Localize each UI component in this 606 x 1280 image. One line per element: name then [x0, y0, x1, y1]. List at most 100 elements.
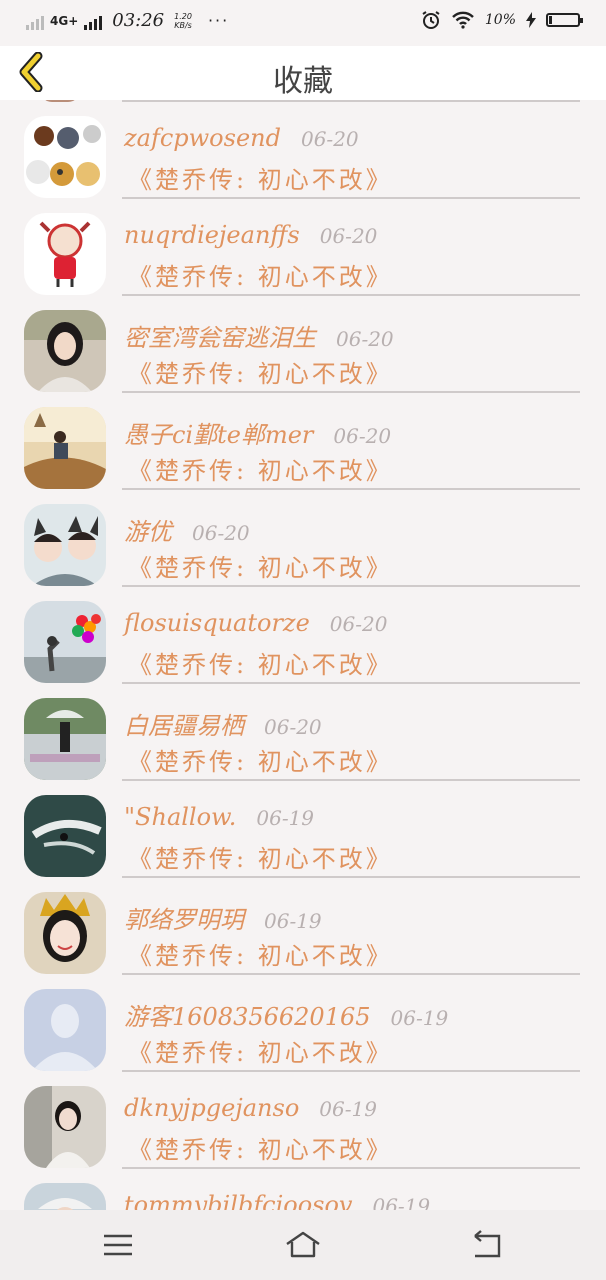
status-left: 4G+ 03:26 1.20 KB/s ··· [26, 10, 229, 31]
date: 06-19 [390, 1006, 449, 1030]
username[interactable]: tommybilbfcioosov [124, 1191, 352, 1210]
cat-filter-selfie-avatar [24, 504, 106, 586]
page-title: 收藏 [273, 64, 333, 99]
book-title[interactable]: 《楚乔传: 初心不改》 [128, 1033, 393, 1068]
default-user-avatar [24, 989, 106, 1071]
cartoon-animals-avatar [24, 116, 106, 198]
book-title[interactable]: 《楚乔传: 初心不改》 [128, 645, 393, 680]
alarm-icon [422, 11, 440, 29]
charging-icon [526, 12, 536, 28]
book-title[interactable]: 《楚乔传: 初心不改》 [128, 257, 393, 292]
item-header: dknyjpgejanso 06-19 [124, 1094, 377, 1122]
username[interactable]: dknyjpgejanso [124, 1094, 299, 1122]
username[interactable]: "Shallow. [124, 803, 236, 831]
network-speed: 1.20 KB/s [174, 12, 192, 30]
item-header: zafcpwosend 06-20 [124, 124, 359, 152]
home-icon[interactable] [283, 1228, 323, 1262]
avatar[interactable] [24, 310, 106, 392]
username[interactable]: 游优 [124, 512, 172, 547]
avatar[interactable] [24, 116, 106, 198]
date: 06-19 [372, 1194, 431, 1210]
date: 06-20 [192, 521, 250, 545]
list-item[interactable]: 白居疆易栖 06-20 《楚乔传: 初心不改》 [0, 682, 606, 781]
username[interactable]: 郭络罗明玥 [124, 900, 244, 935]
item-header: nuqrdiejeanffs 06-20 [124, 221, 377, 249]
book-title[interactable]: 《楚乔传: 初心不改》 [128, 742, 393, 777]
avatar[interactable] [24, 989, 106, 1071]
username[interactable]: 愚子ci鄞te郸mer [124, 415, 313, 450]
hat-person-avatar [24, 1183, 106, 1210]
username[interactable]: flosuisquatorze [124, 609, 310, 637]
item-header: "Shallow. 06-19 [124, 803, 314, 831]
item-header: tommybilbfcioosov 06-19 [124, 1191, 430, 1210]
speed-value: 1.20 [174, 11, 192, 21]
book-title[interactable]: 《楚乔传: 初心不改》 [128, 160, 393, 195]
item-header: 密室湾瓮窑逃泪生 06-20 [124, 318, 394, 353]
date: 06-20 [333, 424, 392, 448]
book-title[interactable]: 《楚乔传: 初心不改》 [128, 936, 393, 971]
status-bar: 4G+ 03:26 1.20 KB/s ··· 10% [0, 0, 606, 46]
book-title[interactable]: 《楚乔传: 初心不改》 [128, 354, 393, 389]
signal-weak-icon [26, 12, 44, 30]
costume-actress-avatar [24, 892, 106, 974]
date: 06-19 [256, 806, 315, 830]
item-header: 游客1608356620165 06-19 [124, 997, 448, 1032]
list-item[interactable]: 愚子ci鄞te郸mer 06-20 《楚乔传: 初心不改》 [0, 391, 606, 490]
speed-unit: KB/s [174, 20, 192, 30]
book-title[interactable]: 《楚乔传: 初心不改》 [128, 1130, 393, 1165]
favorites-list[interactable]: zafcpwosend 06-20 《楚乔传: 初心不改》 nuqrdiejean… [0, 100, 606, 1210]
list-item[interactable]: tommybilbfcioosov 06-19 [0, 1167, 606, 1210]
date: 06-20 [264, 715, 322, 739]
date: 06-20 [319, 224, 378, 248]
list-item[interactable]: flosuisquatorze 06-20 《楚乔传: 初心不改》 [0, 585, 606, 684]
username[interactable]: nuqrdiejeanffs [124, 221, 300, 249]
item-header: 郭络罗明玥 06-19 [124, 900, 322, 935]
rain-girl-avatar [24, 698, 106, 780]
girl-photo-avatar [24, 310, 106, 392]
book-title[interactable]: 《楚乔传: 初心不改》 [128, 839, 393, 874]
date: 06-19 [319, 1097, 377, 1121]
battery-icon [546, 13, 583, 27]
list-item[interactable]: 密室湾瓮窑逃泪生 06-20 《楚乔传: 初心不改》 [0, 294, 606, 393]
book-title[interactable]: 《楚乔传: 初心不改》 [128, 548, 393, 583]
book-title[interactable]: 《楚乔传: 初心不改》 [128, 451, 393, 486]
username[interactable]: 白居疆易栖 [124, 706, 244, 741]
battery-percent: 10% [484, 12, 516, 28]
date: 06-20 [300, 127, 359, 151]
girl-street-avatar [24, 1086, 106, 1168]
username[interactable]: 游客1608356620165 [124, 997, 371, 1032]
battery-fill [549, 16, 552, 24]
avatar[interactable] [24, 698, 106, 780]
system-nav-bar [0, 1210, 606, 1280]
list-item[interactable]: nuqrdiejeanffs 06-20 《楚乔传: 初心不改》 [0, 197, 606, 296]
list-item[interactable]: dknyjpgejanso 06-19 《楚乔传: 初心不改》 [0, 1070, 606, 1169]
list-item[interactable]: "Shallow. 06-19 《楚乔传: 初心不改》 [0, 779, 606, 878]
avatar[interactable] [24, 1086, 106, 1168]
avatar[interactable] [24, 892, 106, 974]
date: 06-20 [336, 327, 394, 351]
list-item[interactable]: zafcpwosend 06-20 《楚乔传: 初心不改》 [0, 100, 606, 199]
signal-icon [84, 12, 103, 30]
avatar[interactable] [24, 601, 106, 683]
date: 06-20 [329, 612, 388, 636]
list-item[interactable]: 游优 06-20 《楚乔传: 初心不改》 [0, 488, 606, 587]
avatar[interactable] [24, 795, 106, 877]
list-item[interactable]: 游客1608356620165 06-19 《楚乔传: 初心不改》 [0, 973, 606, 1072]
list-item[interactable]: 郭络罗明玥 06-19 《楚乔传: 初心不改》 [0, 876, 606, 975]
status-right: 10% [421, 10, 583, 30]
date: 06-19 [264, 909, 322, 933]
avatar[interactable] [24, 213, 106, 295]
more-notifications-icon: ··· [207, 11, 230, 30]
balloons-avatar [24, 601, 106, 683]
avatar[interactable] [24, 1183, 106, 1210]
menu-icon[interactable] [98, 1228, 138, 1262]
return-icon[interactable] [467, 1228, 507, 1262]
avatar[interactable] [24, 504, 106, 586]
network-type: 4G+ [50, 13, 79, 28]
username[interactable]: 密室湾瓮窑逃泪生 [124, 318, 316, 353]
wifi-icon [452, 11, 474, 29]
clock: 03:26 [112, 10, 165, 31]
avatar[interactable] [24, 407, 106, 489]
header: 收藏 [0, 46, 606, 100]
username[interactable]: zafcpwosend [124, 124, 281, 152]
